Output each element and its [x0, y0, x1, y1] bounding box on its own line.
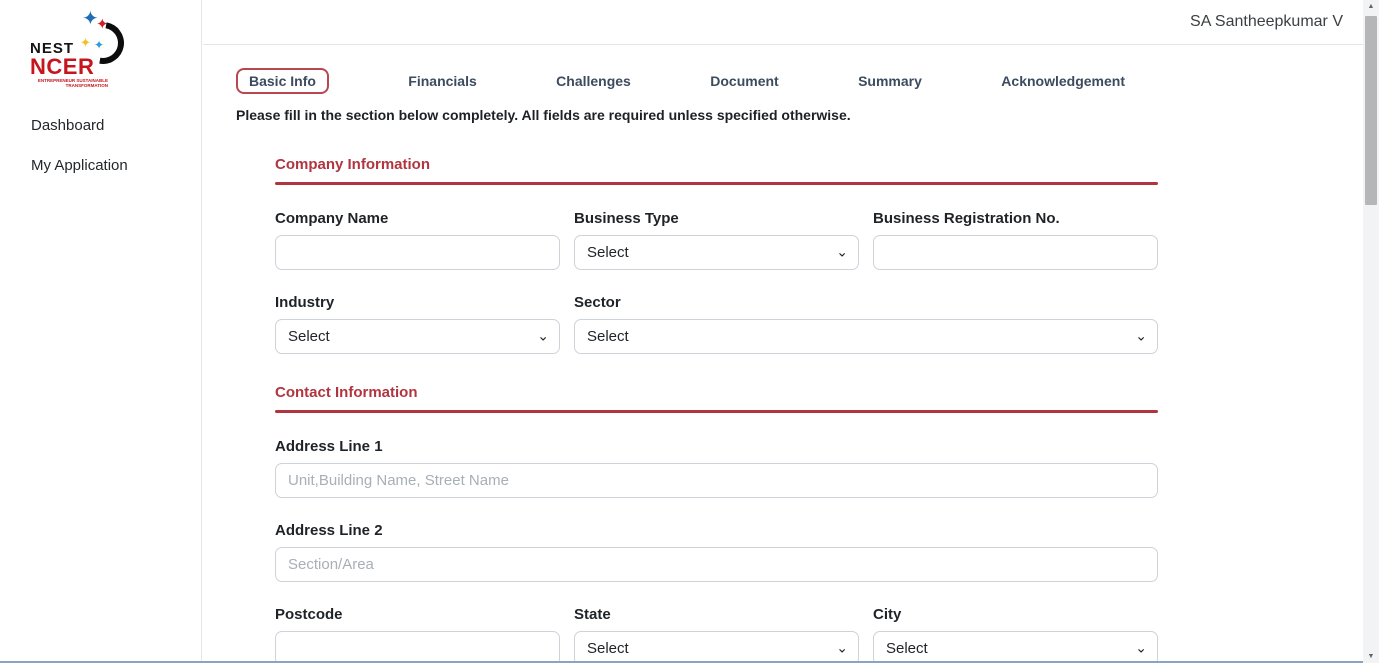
logo-text-ncer: NCER: [30, 54, 94, 80]
app-root: ✦ ✦ ✦ ✦ NEST NCER ENTREPRENEUR SUSTAINAB…: [0, 0, 1379, 663]
sidebar: ✦ ✦ ✦ ✦ NEST NCER ENTREPRENEUR SUSTAINAB…: [0, 0, 202, 663]
vertical-scrollbar[interactable]: ▲ ▼: [1363, 0, 1379, 663]
scrollbar-up-arrow-icon[interactable]: ▲: [1363, 3, 1379, 10]
state-label: State: [574, 606, 859, 624]
tab-financials[interactable]: Financials: [408, 73, 476, 89]
industry-field: Industry Select ⌄: [275, 294, 560, 354]
sector-label: Sector: [574, 294, 1158, 312]
tab-acknowledgement[interactable]: Acknowledgement: [1001, 73, 1125, 89]
sector-select[interactable]: Select: [574, 319, 1158, 354]
city-field: City Select ⌄: [873, 606, 1158, 663]
address-line-2-field: Address Line 2: [275, 522, 1158, 582]
city-select[interactable]: Select: [873, 631, 1158, 663]
section-divider: [275, 182, 1158, 185]
business-type-select[interactable]: Select: [574, 235, 859, 270]
address-line-1-input[interactable]: [275, 463, 1158, 498]
user-name[interactable]: SA Santheepkumar V: [1190, 13, 1343, 31]
state-field: State Select ⌄: [574, 606, 859, 663]
logo-tagline: ENTREPRENEUR SUSTAINABLE TRANSFORMATION: [30, 78, 108, 88]
tab-document[interactable]: Document: [710, 73, 778, 89]
company-fields-row-2: Industry Select ⌄ Sector Select ⌄: [275, 294, 1158, 354]
nest-ncer-logo: ✦ ✦ ✦ ✦ NEST NCER ENTREPRENEUR SUSTAINAB…: [30, 12, 140, 92]
basic-info-form: Company Information Company Name Busines…: [275, 156, 1158, 663]
scrollbar-down-arrow-icon[interactable]: ▼: [1363, 653, 1379, 660]
section-title-contact-information: Contact Information: [275, 384, 1158, 401]
postcode-label: Postcode: [275, 606, 560, 624]
sidebar-item-my-application[interactable]: My Application: [31, 156, 128, 175]
industry-select[interactable]: Select: [275, 319, 560, 354]
address-line-1-label: Address Line 1: [275, 438, 1158, 456]
address-line-2-input[interactable]: [275, 547, 1158, 582]
contact-fields-row-3: Postcode State Select ⌄ City: [275, 606, 1158, 663]
top-bar: SA Santheepkumar V: [203, 0, 1363, 45]
sector-field: Sector Select ⌄: [574, 294, 1158, 354]
address-line-1-field: Address Line 1: [275, 438, 1158, 498]
address-line-2-label: Address Line 2: [275, 522, 1158, 540]
business-registration-no-field: Business Registration No.: [873, 210, 1158, 270]
section-divider: [275, 410, 1158, 413]
tab-challenges[interactable]: Challenges: [556, 73, 631, 89]
postcode-input[interactable]: [275, 631, 560, 663]
sidebar-nav: Dashboard My Application: [31, 116, 128, 196]
tab-bar: Basic Info Financials Challenges Documen…: [236, 68, 1125, 94]
postcode-field: Postcode: [275, 606, 560, 663]
scrollbar-thumb[interactable]: [1365, 16, 1377, 205]
logo-tagline-line2: TRANSFORMATION: [66, 83, 108, 88]
tab-basic-info[interactable]: Basic Info: [236, 68, 329, 94]
city-label: City: [873, 606, 1158, 624]
section-title-company-information: Company Information: [275, 156, 1158, 173]
industry-label: Industry: [275, 294, 560, 312]
business-registration-no-input[interactable]: [873, 235, 1158, 270]
sidebar-item-dashboard[interactable]: Dashboard: [31, 116, 128, 135]
main-content: Basic Info Financials Challenges Documen…: [203, 46, 1363, 663]
company-name-label: Company Name: [275, 210, 560, 228]
state-select[interactable]: Select: [574, 631, 859, 663]
company-fields-row-1: Company Name Business Type Select ⌄ Busi…: [275, 210, 1158, 270]
company-name-field: Company Name: [275, 210, 560, 270]
tab-summary[interactable]: Summary: [858, 73, 922, 89]
instruction-text: Please fill in the section below complet…: [236, 107, 1363, 123]
business-registration-no-label: Business Registration No.: [873, 210, 1158, 228]
company-name-input[interactable]: [275, 235, 560, 270]
business-type-label: Business Type: [574, 210, 859, 228]
business-type-field: Business Type Select ⌄: [574, 210, 859, 270]
